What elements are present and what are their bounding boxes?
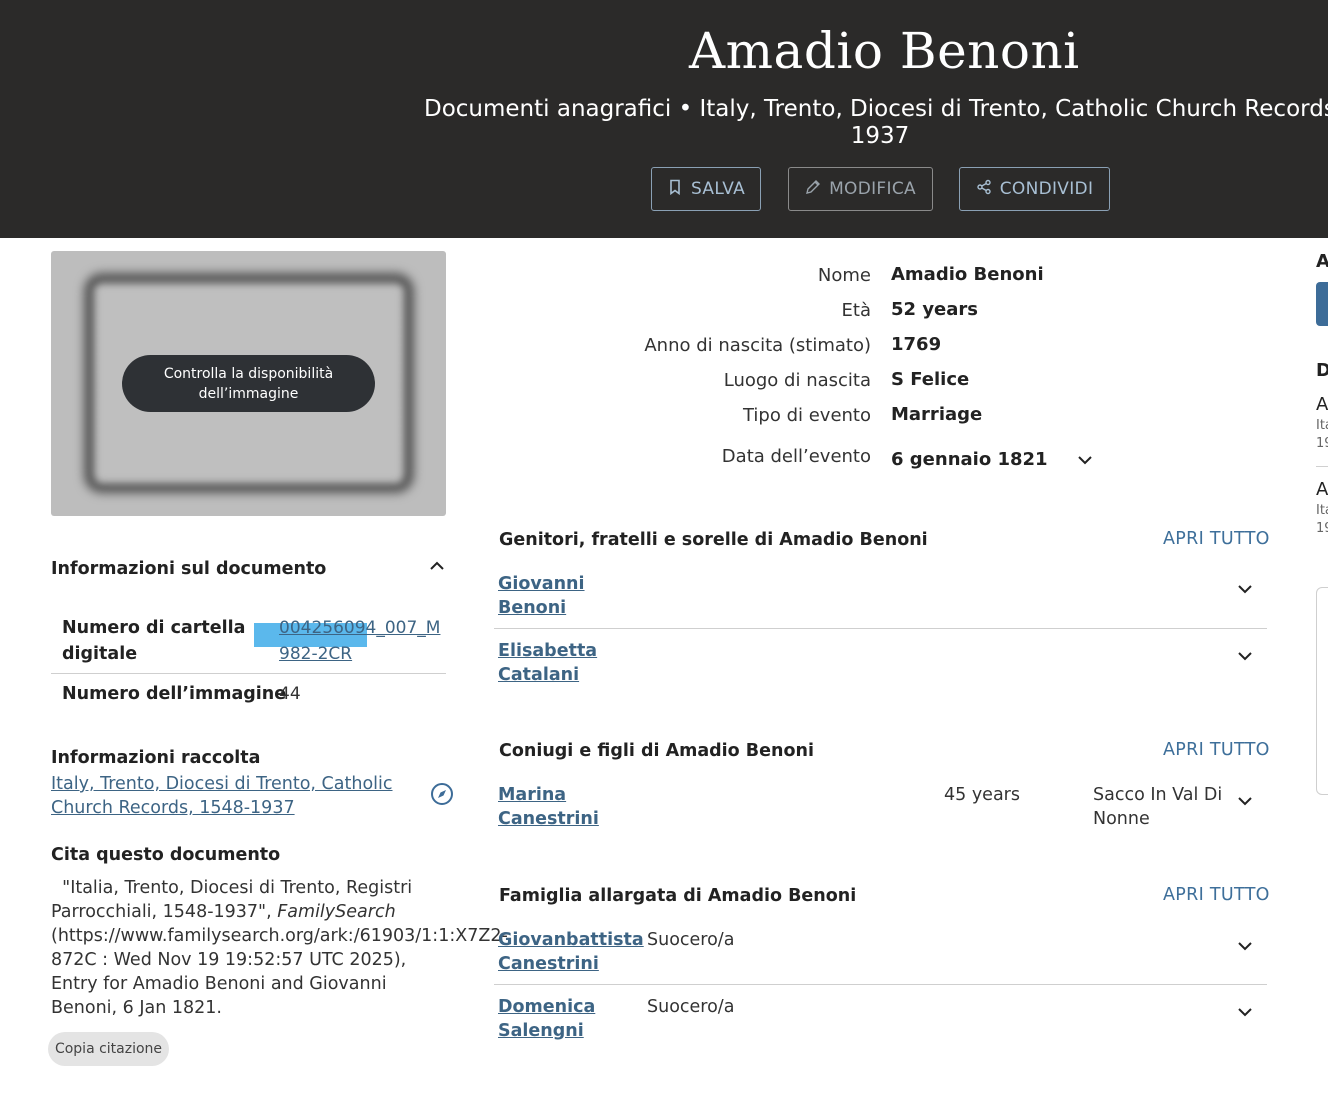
parents-open-all-link[interactable]: APRI TUTTO: [1163, 529, 1270, 549]
chevron-down-icon[interactable]: [1235, 936, 1255, 956]
save-button[interactable]: SALVA: [651, 167, 761, 211]
collection-info-heading: Informazioni raccolta: [51, 748, 261, 768]
citation-source: FamilySearch: [277, 902, 396, 922]
vital-label-birth-year: Anno di nascita (stimato): [644, 335, 871, 356]
vital-label-event-type: Tipo di evento: [742, 405, 871, 426]
person-name[interactable]: Marina Canestrini: [498, 785, 599, 829]
chevron-up-icon[interactable]: [427, 556, 447, 576]
extended-family-heading: Famiglia allargata di Amadio Benoni: [499, 886, 857, 906]
collection-link[interactable]: Italy, Trento, Diocesi di Trento, Cathol…: [51, 772, 411, 820]
share-button-label: CONDIVIDI: [999, 179, 1094, 199]
spouse-open-all-link[interactable]: APRI TUTTO: [1163, 740, 1270, 760]
check-image-availability-button[interactable]: Controlla la disponibilità dell’immagine: [122, 355, 375, 412]
image-number-label: Numero dell’immagine: [62, 684, 287, 704]
collection-link-text[interactable]: Italy, Trento, Diocesi di Trento, Cathol…: [51, 774, 393, 818]
vital-label-event-date: Data dell’evento: [721, 446, 871, 467]
person-name[interactable]: Domenica Salengni: [498, 997, 595, 1041]
extended-open-all-link[interactable]: APRI TUTTO: [1163, 885, 1270, 905]
right-panel-button[interactable]: [1316, 282, 1328, 326]
right-panel-card: [1316, 587, 1328, 795]
citation-text: "Italia, Trento, Diocesi di Trento, Regi…: [51, 876, 508, 1020]
vital-value-birthplace: S Felice: [891, 369, 970, 390]
table-row: Numero di cartella digitale 004256094_00…: [51, 609, 446, 674]
chevron-down-icon[interactable]: [1075, 450, 1095, 470]
person-relation: Suocero/a: [647, 930, 735, 950]
vital-label-name: Nome: [817, 265, 871, 286]
bookmark-icon: [667, 179, 683, 200]
image-number-value: 44: [279, 684, 301, 704]
page-title: Amadio Benoni: [689, 22, 1080, 80]
right-panel-item-title[interactable]: A: [1316, 479, 1328, 500]
chevron-down-icon[interactable]: [1235, 646, 1255, 666]
pencil-icon: [805, 179, 821, 200]
document-info-heading: Informazioni sul documento: [51, 559, 327, 579]
chevron-down-icon[interactable]: [1235, 579, 1255, 599]
person-age: 45 years: [944, 785, 1020, 805]
vital-value-birth-year: 1769: [891, 334, 942, 355]
vital-value-event-type: Marriage: [891, 404, 983, 425]
copy-citation-button[interactable]: Copia citazione: [48, 1032, 169, 1066]
person-link[interactable]: Giovanni Benoni: [498, 572, 638, 620]
right-panel-section-heading: D: [1316, 360, 1328, 381]
person-name[interactable]: Elisabetta Catalani: [498, 641, 597, 685]
person-link[interactable]: Elisabetta Catalani: [498, 639, 638, 687]
folder-number-link[interactable]: 004256094_007_M982-2CR: [279, 615, 445, 667]
right-panel-item-sub: Ita: [1316, 503, 1328, 518]
right-panel-heading: A: [1316, 251, 1328, 272]
right-panel-divider: [1316, 466, 1328, 467]
person-relation: Suocero/a: [647, 997, 735, 1017]
parents-section-heading: Genitori, fratelli e sorelle di Amadio B…: [499, 530, 928, 550]
person-link[interactable]: Marina Canestrini: [498, 783, 638, 831]
right-panel-item-title[interactable]: A: [1316, 394, 1328, 415]
folder-number-label: Numero di cartella digitale: [62, 618, 246, 664]
vital-value-event-date: 6 gennaio 1821: [891, 449, 1048, 470]
share-button[interactable]: CONDIVIDI: [959, 167, 1110, 211]
vital-value-age: 52 years: [891, 299, 978, 320]
row-divider: [494, 984, 1267, 985]
share-icon: [976, 179, 992, 200]
person-name[interactable]: Giovanbattista Canestrini: [498, 930, 644, 974]
row-divider: [494, 628, 1267, 629]
edit-button[interactable]: MODIFICA: [788, 167, 933, 211]
right-panel-item-sub: 19: [1316, 521, 1328, 536]
right-panel-item-sub: Ita: [1316, 418, 1328, 433]
record-header: Amadio Benoni Documenti anagrafici • Ita…: [0, 0, 1328, 238]
compass-icon[interactable]: [430, 782, 454, 806]
vital-value-name: Amadio Benoni: [891, 264, 1044, 285]
table-row: Numero dell’immagine 44: [51, 675, 446, 715]
right-panel-item-sub: 19: [1316, 436, 1328, 451]
vital-label-birthplace: Luogo di nascita: [723, 370, 871, 391]
chevron-down-icon[interactable]: [1235, 791, 1255, 811]
person-link[interactable]: Giovanbattista Canestrini: [498, 928, 644, 976]
save-button-label: SALVA: [690, 179, 745, 199]
folder-number-value[interactable]: 004256094_007_M982-2CR: [279, 618, 440, 664]
page-subtitle-continued: 1937: [850, 123, 910, 149]
citation-text-part: (https://www.familysearch.org/ark:/61903…: [51, 926, 508, 1018]
spouse-section-heading: Coniugi e figli di Amadio Benoni: [499, 741, 814, 761]
person-name[interactable]: Giovanni Benoni: [498, 574, 585, 618]
person-place: Sacco In Val Di Nonne: [1093, 785, 1223, 829]
vital-label-age: Età: [841, 300, 871, 321]
chevron-down-icon[interactable]: [1235, 1002, 1255, 1022]
cite-heading: Cita questo documento: [51, 845, 281, 865]
person-link[interactable]: Domenica Salengni: [498, 995, 638, 1043]
page-subtitle: Documenti anagrafici • Italy, Trento, Di…: [424, 96, 1328, 122]
record-image-thumbnail[interactable]: Controlla la disponibilità dell’immagine: [51, 251, 446, 516]
edit-button-label: MODIFICA: [829, 179, 916, 199]
